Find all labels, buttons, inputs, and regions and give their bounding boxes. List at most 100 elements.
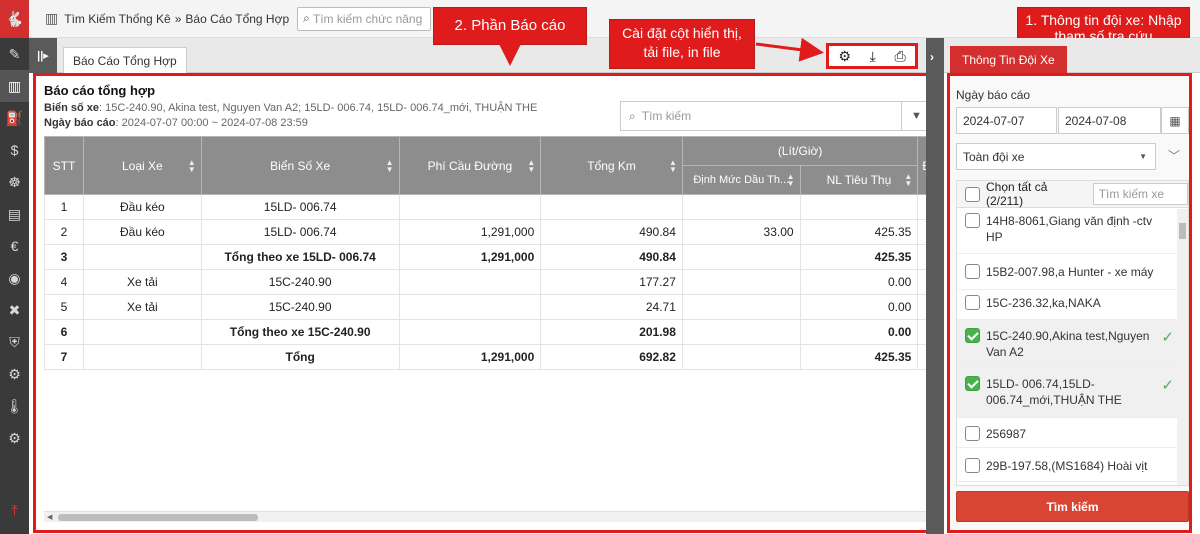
annotation-report-section: 2. Phần Báo cáo — [433, 7, 587, 45]
sidebar-money-icon[interactable]: $ — [0, 134, 29, 166]
sidebar-briefcase-icon[interactable]: ▤ — [0, 198, 29, 230]
table-row[interactable]: 3 Tổng theo xe 15LD- 006.74 1,291,000 49… — [44, 244, 936, 270]
sidebar-settings-icon[interactable]: ⚙ — [0, 422, 29, 454]
vehicle-checkbox[interactable] — [965, 264, 980, 279]
cell-km: 692.82 — [540, 344, 683, 370]
breadcrumb-current: Báo Cáo Tổng Hợp — [185, 11, 290, 26]
chevron-down-icon[interactable]: ﹀ — [1168, 147, 1180, 164]
date-from-input[interactable]: 2024-07-07 — [956, 107, 1057, 134]
breadcrumb-separator: » — [174, 11, 182, 26]
right-panel-toggle[interactable]: › — [926, 38, 944, 534]
annotation-tools: Cài đặt cột hiển thị, tải file, in file — [609, 19, 755, 69]
sort-icon[interactable]: ▲ ▼ — [527, 158, 535, 173]
print-icon[interactable]: ⎙ — [894, 48, 905, 65]
select-all-checkbox[interactable] — [965, 186, 980, 202]
col-header-total-km[interactable]: Tổng Km ▲ ▼ — [540, 136, 683, 195]
vehicle-checkbox[interactable] — [965, 426, 980, 441]
sidebar-vehicle-icon[interactable]: ⚙ — [0, 358, 29, 390]
chevron-right-icon[interactable]: › — [930, 50, 934, 64]
vehicle-search-input[interactable]: Tìm kiếm xe — [1092, 183, 1188, 205]
gear-icon[interactable]: ⚙ — [838, 48, 851, 65]
vehicle-checkbox-checked[interactable] — [965, 376, 980, 391]
cell-consumed: 425.35 — [799, 244, 919, 270]
search-icon: ⌕ — [303, 11, 310, 25]
table-row[interactable]: 4 Xe tải 15C-240.90 177.27 0.00 — [44, 269, 936, 295]
sidebar-shield-icon[interactable]: ⛨ — [0, 326, 29, 358]
cell-consumed: 425.35 — [799, 219, 919, 245]
col-header-plate-label: Biển Số Xe — [270, 158, 331, 173]
cell-km: 24.71 — [540, 294, 683, 320]
cell-plate: Tổng — [200, 344, 400, 370]
scroll-top-icon[interactable]: ⤒ — [0, 494, 29, 526]
sidebar-fuel-icon[interactable]: ⛽ — [0, 102, 29, 134]
tab-bao-cao-tong-hop[interactable]: Báo Cáo Tổng Hợp — [63, 47, 187, 74]
table-row[interactable]: 7 Tổng 1,291,000 692.82 425.35 — [44, 344, 936, 370]
vehicle-checkbox[interactable] — [965, 295, 980, 310]
function-search-input[interactable]: ⌕ Tìm kiếm chức năng — [297, 6, 432, 31]
table-row[interactable]: 6 Tổng theo xe 15C-240.90 201.98 0.00 — [44, 319, 936, 345]
list-item[interactable]: 15LD- 006.74,15LD- 006.74_mới,THUẬN THE … — [957, 368, 1188, 418]
app-logo-icon[interactable]: 🐇 — [0, 0, 29, 38]
cell-plate: Tổng theo xe 15LD- 006.74 — [200, 244, 400, 270]
cell-type: Đầu kéo — [82, 194, 202, 220]
sidebar-close-circle-icon[interactable]: ✖ — [0, 294, 29, 326]
list-item[interactable]: 29B-197.58,(MS1684) Hoài vịt — [957, 448, 1188, 482]
sort-icon[interactable]: ▲ ▼ — [386, 158, 394, 173]
report-toolbar: ⚙ ⤓ ⎙ — [826, 43, 918, 69]
vehicle-checkbox-checked[interactable] — [965, 328, 980, 343]
col-header-plate[interactable]: Biển Số Xe ▲ ▼ — [200, 136, 400, 195]
vehicle-checkbox[interactable] — [965, 458, 980, 473]
scroll-left-icon[interactable]: ◀ — [47, 513, 52, 521]
sort-icon[interactable]: ▲ ▼ — [787, 173, 795, 188]
sidebar-coins-icon[interactable]: ◉ — [0, 262, 29, 294]
col-header-toll-fee[interactable]: Phí Cầu Đường ▲ ▼ — [398, 136, 542, 195]
vehicle-search-placeholder: Tìm kiếm xe — [1098, 187, 1165, 201]
cell-type: Xe tải — [82, 294, 202, 320]
vehicle-label: 29B-197.58,(MS1684) Hoài vịt — [986, 459, 1148, 473]
list-item[interactable]: 15C-236.32,ka,NAKA — [957, 290, 1188, 320]
cell-type — [82, 319, 202, 345]
sidebar-map-icon[interactable]: ✎ — [0, 38, 29, 70]
date-to-input[interactable]: 2024-07-08 — [1058, 107, 1161, 134]
report-plates-info: Biển số xe: 15C-240.90, Akina test, Nguy… — [44, 102, 537, 114]
search-button[interactable]: Tìm kiếm — [956, 491, 1189, 522]
scrollbar-thumb[interactable] — [1179, 223, 1186, 239]
cell-plate: 15LD- 006.74 — [200, 219, 400, 245]
list-item[interactable]: 15B2-007.98,a Hunter - xe máy — [957, 254, 1188, 290]
select-all-label[interactable]: Chọn tất cả (2/211) — [986, 181, 1083, 208]
scrollbar-thumb[interactable] — [58, 514, 258, 521]
fleet-select[interactable]: Toàn đội xe ▼ — [956, 143, 1156, 170]
table-row[interactable]: 2 Đầu kéo 15LD- 006.74 1,291,000 490.84 … — [44, 219, 936, 245]
cell-consumed — [799, 194, 919, 220]
collapse-sidebar-icon[interactable]: ||▸ — [29, 38, 57, 73]
list-item[interactable]: 256987 — [957, 418, 1188, 448]
table-row[interactable]: 5 Xe tải 15C-240.90 24.71 0.00 — [44, 294, 936, 320]
col-header-fuel-norm[interactable]: Định Mức Dầu Th... ▲ ▼ — [681, 165, 801, 195]
sort-icon[interactable]: ▲ ▼ — [904, 173, 912, 188]
download-icon[interactable]: ⤓ — [870, 48, 876, 65]
col-header-fuel-consumed-label: NL Tiêu Thụ — [826, 173, 892, 187]
sort-icon[interactable]: ▲ ▼ — [188, 158, 196, 173]
table-row[interactable]: 1 Đầu kéo 15LD- 006.74 — [44, 194, 936, 220]
col-header-vehicle-type[interactable]: Loại Xe ▲ ▼ — [82, 136, 202, 195]
calendar-icon[interactable]: ▦ — [1161, 107, 1189, 134]
cell-fee: 1,291,000 — [398, 344, 542, 370]
report-search-input[interactable]: ⌕ Tìm kiếm ▼ — [620, 101, 932, 131]
breadcrumb-root[interactable]: Tìm Kiếm Thống Kê — [64, 12, 171, 26]
list-item[interactable]: 14H8-8061,Giang văn định -ctv HP — [957, 208, 1188, 254]
horizontal-scrollbar[interactable]: ◀ ▶ — [44, 511, 936, 522]
plates-value: : 15C-240.90, Akina test, Nguyen Van A2;… — [99, 102, 538, 114]
vehicle-label: 15B2-007.98,a Hunter - xe máy — [986, 265, 1154, 279]
caret-down-icon: ▼ — [1139, 152, 1147, 161]
col-header-fuel-consumed[interactable]: NL Tiêu Thụ ▲ ▼ — [799, 165, 919, 195]
sidebar-report-icon[interactable]: ▥ — [0, 70, 29, 102]
vehicle-checkbox[interactable] — [965, 213, 980, 228]
right-tab-row: Thông Tin Đội Xe — [944, 38, 1200, 73]
list-item[interactable]: 15C-240.90,Akina test,Nguyen Van A2 ✓ — [957, 320, 1188, 368]
sort-icon[interactable]: ▲ ▼ — [669, 158, 677, 173]
sidebar-cash-icon[interactable]: € — [0, 230, 29, 262]
tab-fleet-info[interactable]: Thông Tin Đội Xe — [950, 46, 1067, 73]
vehicle-list-scrollbar[interactable] — [1177, 209, 1188, 485]
sidebar-thermometer-icon[interactable]: 🌡 — [0, 390, 29, 422]
sidebar-handshake-icon[interactable]: ☸ — [0, 166, 29, 198]
